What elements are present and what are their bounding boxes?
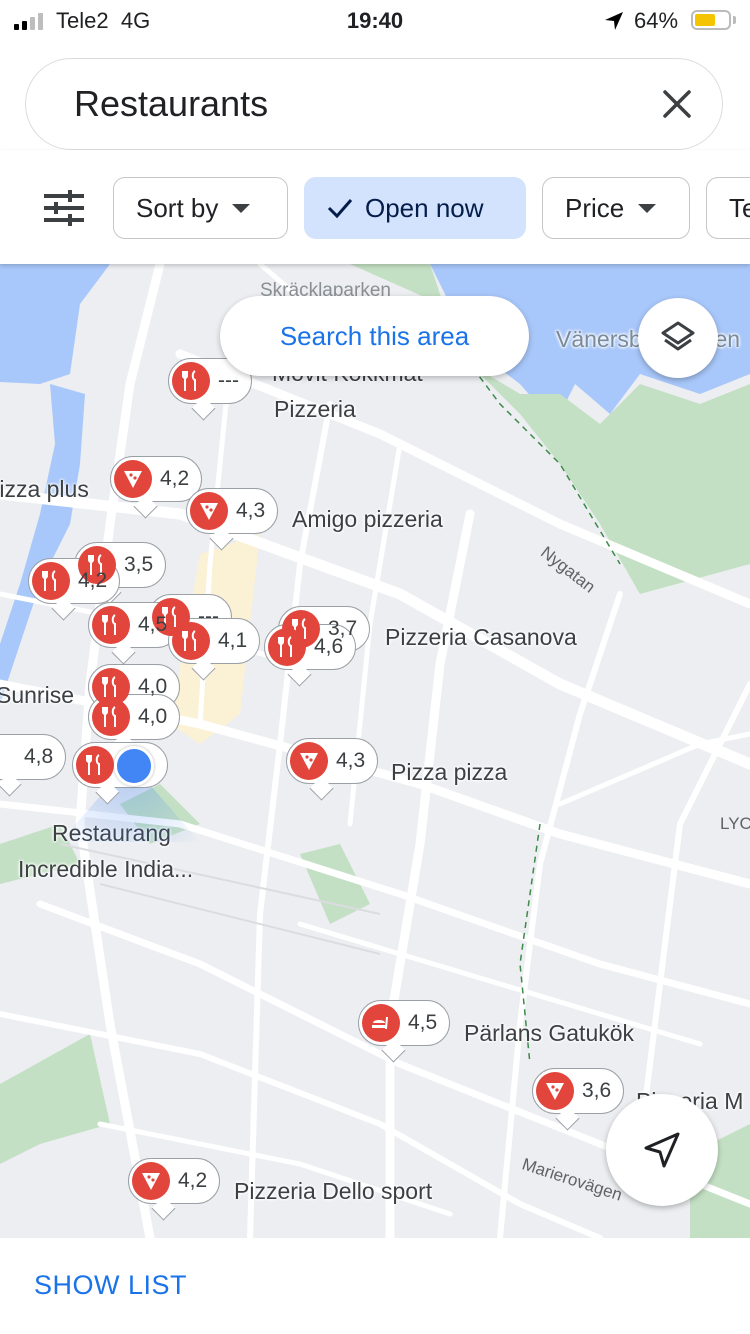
pizza-marker[interactable]: 4,3 [286, 738, 379, 784]
my-location-button[interactable] [606, 1094, 718, 1206]
tune-icon[interactable] [44, 190, 84, 226]
show-list-button[interactable]: SHOW LIST [34, 1270, 187, 1301]
search-this-area-button[interactable]: Search this area [220, 296, 529, 376]
chip-label: Price [565, 192, 625, 223]
map-place-label: Incredible India... [18, 856, 194, 882]
map-place-label: Pizza plus [0, 476, 89, 502]
rating: 4,0 [138, 705, 168, 728]
map-place-label: Pizzeria [274, 396, 356, 422]
pizza-marker[interactable]: 3,6 [532, 1068, 625, 1114]
rating: 4,3 [336, 749, 366, 772]
pizza-icon [546, 1083, 564, 1100]
navigation-arrow-icon [644, 1132, 680, 1168]
restaurant-icon [102, 614, 116, 635]
chip-label: Sort by [136, 192, 219, 223]
rating: 4,5 [408, 1011, 438, 1034]
pizza-icon [200, 503, 218, 520]
search-query[interactable]: Restaurants [74, 83, 268, 125]
rating: 4,2 [78, 569, 108, 592]
rating: 4,2 [178, 1169, 208, 1192]
restaurant-icon [182, 370, 196, 391]
close-icon[interactable] [660, 87, 694, 121]
open-now-chip[interactable]: Open now [304, 177, 526, 239]
pizza-icon [124, 471, 142, 488]
rating: 4,8 [24, 745, 54, 768]
street-label: LYC [720, 814, 750, 833]
rating: --- [218, 369, 239, 392]
restaurant-icon [278, 636, 292, 657]
rating: 4,0 [138, 675, 168, 698]
battery-icon [691, 10, 731, 30]
map-place-label: Pärlans Gatukök [464, 1020, 635, 1046]
chip-label: Open now [365, 192, 484, 223]
bottom-sheet: SHOW LIST [0, 1238, 750, 1334]
dropdown-arrow-icon [638, 203, 657, 213]
map-place-label: Pizzeria Dello sport [234, 1178, 433, 1204]
fast-food-marker[interactable]: 4,5 [358, 1000, 451, 1046]
rating: 4,6 [314, 635, 344, 658]
pizza-marker[interactable]: 4,3 [186, 488, 279, 534]
more-filter-chip[interactable]: Te [706, 177, 750, 239]
rating: 4,1 [218, 629, 248, 652]
filter-bar: Sort by Open now Price Te [0, 150, 750, 264]
restaurant-icon [86, 754, 100, 775]
check-icon [327, 199, 353, 219]
layers-button[interactable] [638, 298, 718, 378]
restaurant-icon [102, 676, 116, 697]
rating: 4,5 [138, 613, 168, 636]
pizza-marker[interactable]: 4,2 [110, 456, 203, 502]
rating: 4,2 [160, 467, 190, 490]
rating: 4,3 [236, 499, 266, 522]
map-place-label: Sunrise [0, 682, 74, 708]
battery-percent: 64% [634, 8, 679, 33]
dropdown-arrow-icon [232, 203, 251, 213]
layers-icon [661, 321, 695, 351]
map-view[interactable]: Skräcklaparken Vänersborgsviken Movit Kö… [0, 264, 750, 1238]
rating: 3,5 [124, 553, 154, 576]
pizza-marker[interactable]: 4,2 [128, 1158, 221, 1204]
restaurant-icon [42, 570, 56, 591]
chip-label: Te [729, 192, 750, 223]
search-box[interactable]: Restaurants [25, 58, 723, 150]
restaurant-marker[interactable]: 4,8 [0, 734, 67, 780]
price-chip[interactable]: Price [542, 177, 690, 239]
location-services-icon [605, 12, 623, 30]
fast-food-icon [372, 1017, 388, 1029]
map-place-label: Pizzeria Casanova [385, 624, 577, 650]
map-place-label: Pizza pizza [391, 759, 508, 785]
restaurant-icon [182, 630, 196, 651]
pizza-icon [300, 753, 318, 770]
restaurant-icon [102, 706, 116, 727]
sort-by-chip[interactable]: Sort by [113, 177, 288, 239]
map-place-label: Amigo pizzeria [292, 506, 443, 532]
current-location-dot [114, 746, 154, 786]
rating: 3,6 [582, 1079, 612, 1102]
status-bar: Tele2 4G 19:40 64% [0, 0, 750, 42]
restaurant-marker[interactable]: 4,0 [88, 694, 181, 740]
pizza-icon [142, 1173, 160, 1190]
